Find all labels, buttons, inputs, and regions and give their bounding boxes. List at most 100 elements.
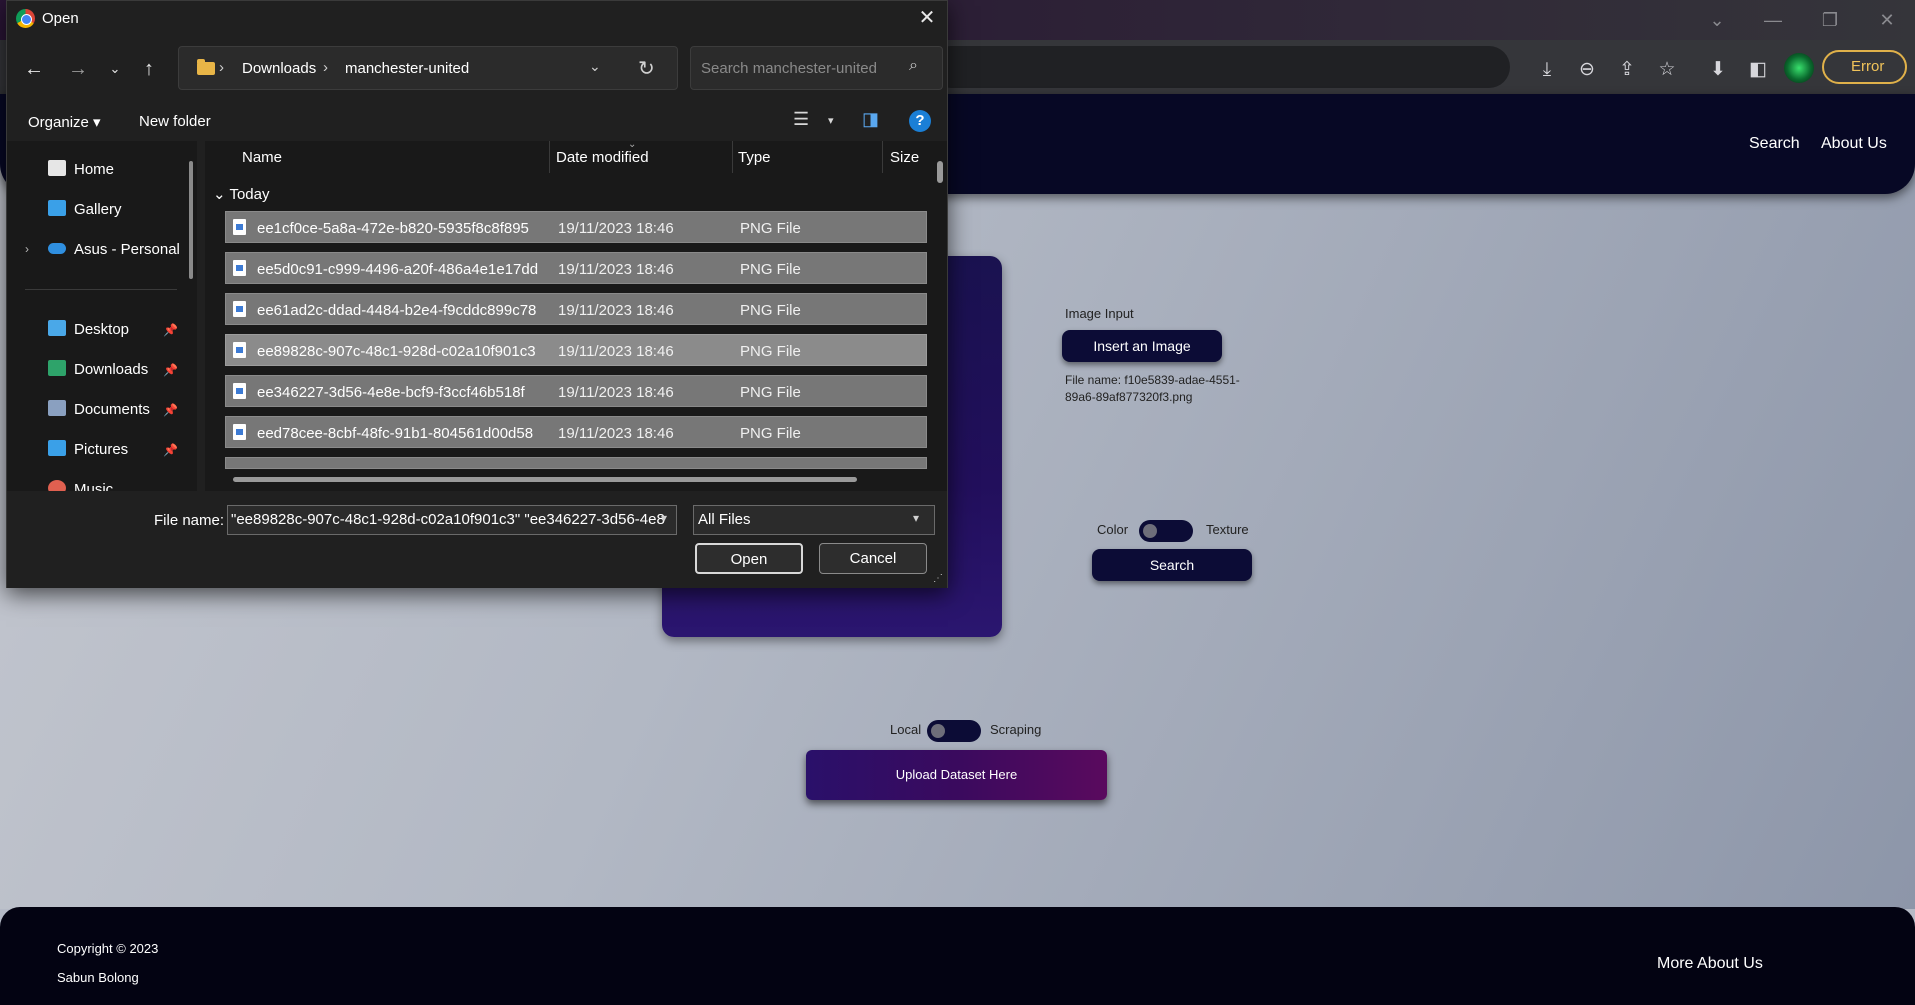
- insert-image-button[interactable]: Insert an Image: [1062, 330, 1222, 362]
- chevron-down-icon[interactable]: ▾: [661, 511, 667, 525]
- chevron-down-icon[interactable]: ⌄: [589, 58, 601, 75]
- png-file-icon: [233, 260, 246, 276]
- nav-search-link[interactable]: Search: [1749, 135, 1800, 153]
- file-name: ee1cf0ce-5a8a-472e-b820-5935f8c8f895: [257, 220, 529, 237]
- png-file-icon: [233, 383, 246, 399]
- horizontal-scrollbar[interactable]: [233, 477, 857, 482]
- chevron-right-icon: ›: [219, 59, 224, 76]
- pictures-icon: [48, 440, 66, 456]
- file-date: 19/11/2023 18:46: [558, 220, 674, 237]
- file-name-line-1: File name: f10e5839-adae-4551-: [1065, 373, 1240, 387]
- recent-locations-chevron-icon[interactable]: ⌄: [100, 55, 130, 83]
- table-row[interactable]: ee1cf0ce-5a8a-472e-b820-5935f8c8f895 19/…: [225, 211, 927, 243]
- vertical-scrollbar[interactable]: [937, 161, 943, 183]
- forward-arrow-icon[interactable]: →: [63, 55, 93, 83]
- command-bar: Organize ▾ New folder ☰ ▾ ◨ ?: [7, 101, 947, 141]
- pin-icon[interactable]: 📌: [163, 443, 178, 457]
- new-folder-button[interactable]: New folder: [139, 113, 211, 130]
- back-arrow-icon[interactable]: ←: [19, 55, 49, 83]
- open-button[interactable]: Open: [695, 543, 803, 574]
- documents-icon: [48, 400, 66, 416]
- organize-button[interactable]: Organize ▾: [28, 113, 101, 131]
- breadcrumb-manchester-united[interactable]: manchester-united: [345, 60, 469, 77]
- view-options-icon[interactable]: ☰: [793, 109, 809, 130]
- breadcrumb-downloads[interactable]: Downloads: [242, 60, 316, 77]
- sidebar-item-downloads[interactable]: Downloads: [74, 361, 148, 378]
- address-bar[interactable]: [930, 46, 1510, 88]
- dialog-title: Open: [42, 10, 79, 27]
- scrollbar[interactable]: [189, 161, 193, 279]
- chevron-right-icon[interactable]: ›: [25, 242, 29, 256]
- table-row-partial[interactable]: [225, 457, 927, 469]
- file-date: 19/11/2023 18:46: [558, 343, 674, 360]
- column-divider[interactable]: [549, 141, 550, 173]
- sidebar-icon[interactable]: ◧: [1744, 56, 1772, 84]
- table-row[interactable]: ee5d0c91-c999-4496-a20f-486a4e1e17dd 19/…: [225, 252, 927, 284]
- column-header-name[interactable]: Name: [242, 149, 282, 166]
- png-file-icon: [233, 424, 246, 440]
- tab-search-icon[interactable]: ⌄: [1697, 6, 1737, 34]
- pin-icon[interactable]: 📌: [163, 403, 178, 417]
- install-icon[interactable]: ⤓: [1533, 56, 1561, 84]
- dataset-source-toggle[interactable]: [927, 720, 981, 742]
- downloads-icon: [48, 360, 66, 376]
- pin-icon[interactable]: 📌: [163, 323, 178, 337]
- chevron-down-icon[interactable]: ▾: [828, 114, 834, 127]
- resize-grip-icon[interactable]: ⋰: [933, 573, 943, 584]
- up-arrow-icon[interactable]: ↑: [134, 55, 164, 83]
- column-header-type[interactable]: Type: [738, 149, 771, 166]
- search-icon: ⌕: [909, 57, 918, 74]
- column-header-date-modified[interactable]: Date modified: [556, 149, 649, 166]
- file-type: PNG File: [740, 220, 801, 237]
- refresh-icon[interactable]: ↻: [638, 56, 655, 81]
- desktop-icon: [48, 320, 66, 336]
- table-row[interactable]: ee346227-3d56-4e8e-bcf9-f3ccf46b518f 19/…: [225, 375, 927, 407]
- group-header-today[interactable]: ⌄ Today: [213, 185, 270, 203]
- sidebar-item-gallery[interactable]: Gallery: [74, 201, 122, 218]
- preview-pane-icon[interactable]: ◨: [862, 109, 879, 130]
- file-date: 19/11/2023 18:46: [558, 384, 674, 401]
- chrome-icon: [16, 9, 35, 28]
- pin-icon[interactable]: 📌: [163, 363, 178, 377]
- file-type-filter[interactable]: All Files: [693, 505, 935, 535]
- nav-about-link[interactable]: About Us: [1821, 135, 1887, 153]
- avatar[interactable]: [1784, 53, 1814, 83]
- help-icon[interactable]: ?: [909, 110, 931, 132]
- column-divider[interactable]: [732, 141, 733, 173]
- sidebar-item-home[interactable]: Home: [74, 161, 114, 178]
- share-icon[interactable]: ⇪: [1613, 56, 1641, 84]
- breadcrumb[interactable]: › Downloads › manchester-united ⌄ ↻: [178, 46, 678, 90]
- sidebar-item-pictures[interactable]: Pictures: [74, 441, 128, 458]
- color-texture-toggle[interactable]: [1139, 520, 1193, 542]
- upload-dataset-button[interactable]: Upload Dataset Here: [806, 750, 1107, 800]
- dialog-titlebar[interactable]: Open ✕: [7, 1, 947, 35]
- close-window-button[interactable]: ✕: [1867, 6, 1907, 34]
- sidebar-item-documents[interactable]: Documents: [74, 401, 150, 418]
- file-name-field[interactable]: "ee89828c-907c-48c1-928d-c02a10f901c3" "…: [227, 505, 677, 535]
- file-type: PNG File: [740, 261, 801, 278]
- close-icon[interactable]: ✕: [913, 5, 941, 31]
- search-button[interactable]: Search: [1092, 549, 1252, 581]
- file-list: Name ⌄ Date modified Type Size ⌄ Today e…: [205, 141, 947, 491]
- cancel-button[interactable]: Cancel: [819, 543, 927, 574]
- search-input[interactable]: Search manchester-united ⌕: [690, 46, 943, 90]
- file-type: PNG File: [740, 302, 801, 319]
- error-button[interactable]: Error: [1822, 50, 1907, 84]
- table-row-selected[interactable]: ee89828c-907c-48c1-928d-c02a10f901c3 19/…: [225, 334, 927, 366]
- minimize-button[interactable]: —: [1753, 6, 1793, 34]
- sidebar-item-desktop[interactable]: Desktop: [74, 321, 129, 338]
- star-icon[interactable]: ☆: [1653, 56, 1681, 84]
- download-icon[interactable]: ⬇: [1704, 56, 1732, 84]
- column-divider[interactable]: [882, 141, 883, 173]
- sidebar-item-asus-personal[interactable]: Asus - Personal: [74, 241, 180, 258]
- column-header-size[interactable]: Size: [890, 149, 919, 166]
- restore-button[interactable]: ❐: [1810, 6, 1850, 34]
- table-row[interactable]: eed78cee-8cbf-48fc-91b1-804561d00d58 19/…: [225, 416, 927, 448]
- footer-more-link[interactable]: More About Us: [1657, 955, 1763, 973]
- table-row[interactable]: ee61ad2c-ddad-4484-b2e4-f9cddc899c78 19/…: [225, 293, 927, 325]
- sidebar-item-music[interactable]: Music: [74, 481, 113, 491]
- zoom-out-icon[interactable]: ⊖: [1573, 56, 1601, 84]
- chevron-down-icon[interactable]: ▾: [913, 511, 919, 525]
- file-date: 19/11/2023 18:46: [558, 261, 674, 278]
- png-file-icon: [233, 219, 246, 235]
